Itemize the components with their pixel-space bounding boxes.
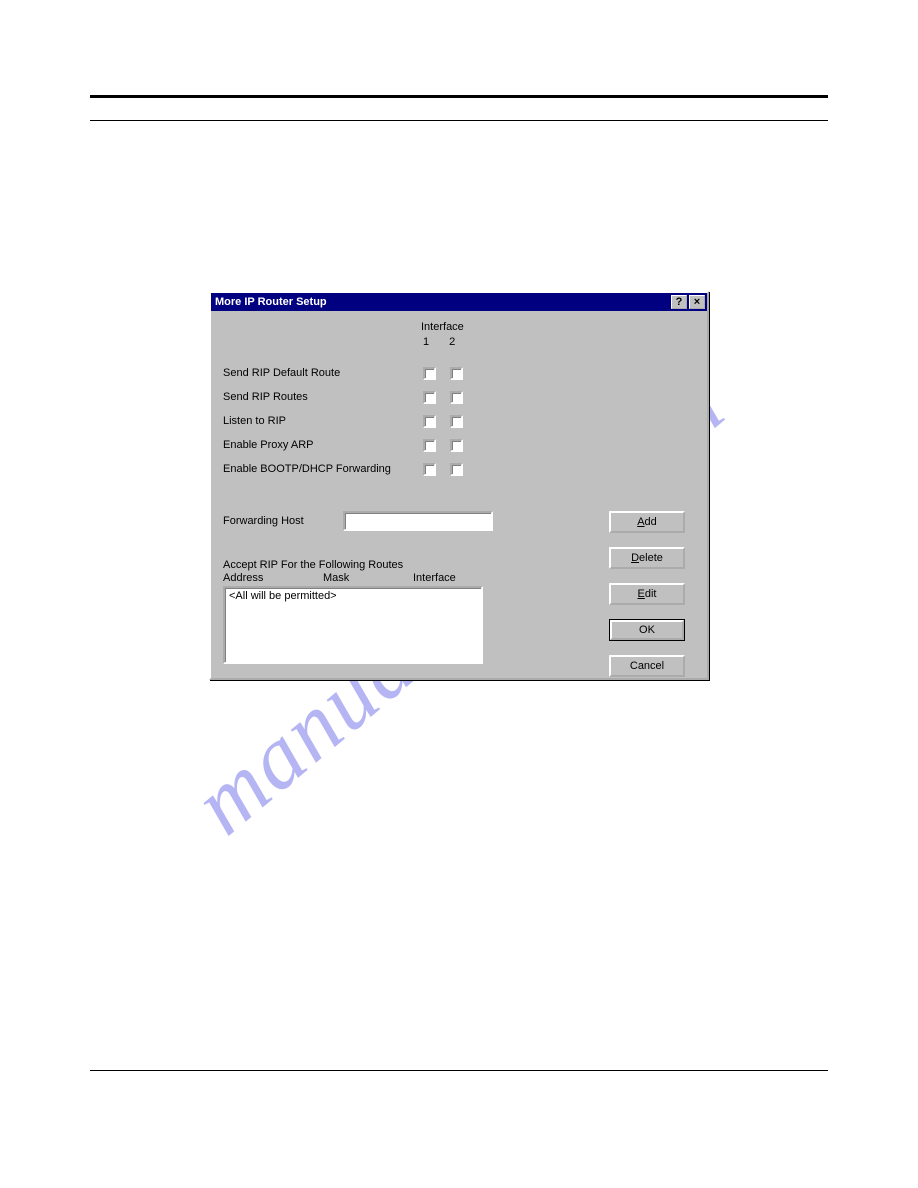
forwarding-host-input[interactable] <box>343 511 493 531</box>
list-item[interactable]: <All will be permitted> <box>229 590 477 602</box>
checkbox-bootp-dhcp-if2[interactable] <box>450 463 463 476</box>
checkbox-send-rip-default-if2[interactable] <box>450 367 463 380</box>
list-column-headers: Address Mask Interface <box>223 572 483 584</box>
edit-button[interactable]: Edit <box>609 583 685 605</box>
interface-col-1: 1 <box>423 336 429 348</box>
option-row: Send RIP Routes <box>223 385 695 409</box>
close-icon[interactable]: × <box>689 295 705 309</box>
delete-button[interactable]: Delete <box>609 547 685 569</box>
page-rule-top-thin <box>90 120 828 121</box>
titlebar[interactable]: More IP Router Setup ? × <box>211 293 707 311</box>
option-row: Listen to RIP <box>223 409 695 433</box>
cancel-button[interactable]: Cancel <box>609 655 685 677</box>
add-button[interactable]: Add <box>609 511 685 533</box>
col-address: Address <box>223 572 323 584</box>
page-rule-top <box>90 95 828 98</box>
routes-listbox[interactable]: <All will be permitted> <box>223 586 483 664</box>
col-interface: Interface <box>413 572 473 584</box>
option-label: Enable BOOTP/DHCP Forwarding <box>223 463 423 475</box>
dialog-more-ip-router-setup: More IP Router Setup ? × Interface 1 2 S… <box>209 291 709 680</box>
dialog-body: Interface 1 2 Send RIP Default Route Sen… <box>211 311 707 678</box>
ok-button[interactable]: OK <box>609 619 685 641</box>
checkbox-proxy-arp-if2[interactable] <box>450 439 463 452</box>
checkbox-send-rip-routes-if1[interactable] <box>423 391 436 404</box>
checkbox-send-rip-default-if1[interactable] <box>423 367 436 380</box>
checkbox-send-rip-routes-if2[interactable] <box>450 391 463 404</box>
page-rule-bottom <box>90 1070 828 1071</box>
checkbox-listen-rip-if2[interactable] <box>450 415 463 428</box>
option-row: Send RIP Default Route <box>223 361 695 385</box>
checkbox-bootp-dhcp-if1[interactable] <box>423 463 436 476</box>
option-label: Send RIP Default Route <box>223 367 423 379</box>
button-column: Add Delete Edit OK Cancel <box>609 511 685 677</box>
col-mask: Mask <box>323 572 413 584</box>
help-icon[interactable]: ? <box>671 295 687 309</box>
options-rows: Send RIP Default Route Send RIP Routes L… <box>223 361 695 481</box>
interface-col-2: 2 <box>449 336 455 348</box>
option-row: Enable Proxy ARP <box>223 433 695 457</box>
checkbox-proxy-arp-if1[interactable] <box>423 439 436 452</box>
option-row: Enable BOOTP/DHCP Forwarding <box>223 457 695 481</box>
checkbox-listen-rip-if1[interactable] <box>423 415 436 428</box>
interface-header-label: Interface <box>421 321 464 333</box>
option-label: Send RIP Routes <box>223 391 423 403</box>
option-label: Enable Proxy ARP <box>223 439 423 451</box>
forwarding-host-label: Forwarding Host <box>223 515 343 527</box>
option-label: Listen to RIP <box>223 415 423 427</box>
dialog-title: More IP Router Setup <box>215 293 669 311</box>
interface-header: Interface 1 2 <box>421 321 464 348</box>
